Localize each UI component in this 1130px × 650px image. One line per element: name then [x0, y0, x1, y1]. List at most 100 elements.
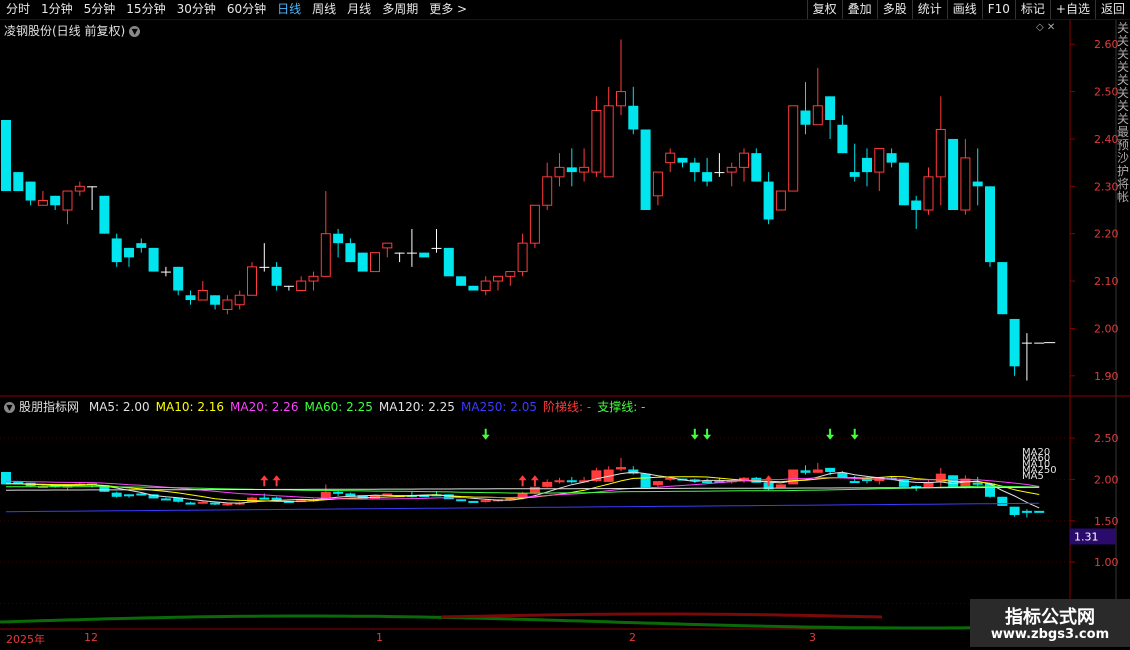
candle-body	[874, 147, 885, 173]
mini-candle-body	[702, 481, 713, 484]
candle-body	[480, 280, 491, 292]
mini-candle-body	[197, 501, 208, 504]
candle-body	[677, 157, 688, 163]
candle-body	[419, 252, 430, 258]
mini-candle-body	[1, 471, 11, 485]
price-tick-label: 2.20	[1094, 228, 1119, 241]
candle-body	[837, 124, 848, 154]
candle-body	[62, 190, 73, 211]
candle-body	[702, 172, 713, 182]
candle-body	[714, 172, 725, 174]
candle-body	[87, 186, 98, 188]
mini-candle-body	[640, 473, 651, 488]
candle-body	[296, 280, 307, 292]
ma-tag: MA5	[1022, 471, 1044, 482]
candle-body	[542, 176, 553, 206]
mini-candle-body	[1021, 510, 1032, 513]
indicator-tick-label: 2.50	[1094, 432, 1119, 445]
candle-body	[37, 200, 48, 206]
candle-body	[935, 128, 946, 178]
mini-candle-body	[566, 480, 577, 483]
mini-candle-body	[111, 492, 122, 497]
diamond-icon[interactable]: ◇	[1036, 22, 1044, 33]
mini-candle-body	[775, 484, 786, 488]
price-tick-label: 2.10	[1094, 275, 1119, 288]
indicator-name: 股朋指标网	[19, 400, 80, 414]
date-label: 1	[376, 631, 383, 644]
candle-body	[972, 181, 983, 187]
candle-body	[751, 153, 762, 182]
candle-body	[726, 166, 737, 173]
candle-body	[923, 176, 934, 211]
mini-candle-body	[554, 480, 565, 483]
chevron-down-icon[interactable]: ▼	[129, 26, 141, 37]
candle-body	[739, 152, 749, 168]
candle-body	[148, 247, 159, 272]
mini-candle-body	[788, 469, 799, 485]
candle-body	[136, 243, 147, 248]
candlestick-chart[interactable]: 2.60 2.50 2.40 2.30 2.20 2.10 2.00 1.90 2.50 2.00…	[0, 0, 1130, 630]
candle-body	[763, 181, 774, 220]
candle-body	[640, 129, 651, 210]
date-label: 2	[629, 631, 636, 644]
indicator-tick-label: 2.00	[1094, 473, 1119, 486]
candle-body	[529, 204, 540, 244]
candle-body	[197, 290, 208, 301]
buy-arrow-icon	[518, 475, 527, 487]
candle-body	[210, 295, 221, 305]
current-value-label: 1.31	[1074, 530, 1099, 543]
candle-body	[886, 153, 897, 163]
candle-body	[517, 242, 528, 273]
candle-body	[948, 138, 959, 210]
sell-arrow-icon	[850, 428, 859, 440]
ma-label: MA120: 2.25	[378, 400, 455, 414]
candle-body	[911, 200, 922, 210]
candle-body	[825, 96, 836, 120]
candle-body	[320, 233, 331, 277]
bottom-wave-green	[0, 614, 981, 630]
candle-body	[628, 105, 639, 130]
candle-body	[370, 252, 380, 273]
candle-body	[50, 195, 61, 206]
buy-arrow-icon	[260, 475, 269, 487]
indicator-title: ▼ 股朋指标网 MA5: 2.00 MA10: 2.16 MA20: 2.26 MA60…	[4, 398, 651, 415]
chevron-down-icon[interactable]: ▼	[4, 402, 15, 413]
candle-body	[1, 120, 11, 192]
candle-body	[406, 252, 417, 254]
candle-body	[566, 167, 577, 173]
price-tick-label: 1.90	[1094, 370, 1119, 383]
mini-candle-body	[480, 500, 491, 503]
close-icon[interactable]: ✕	[1047, 22, 1055, 33]
stock-title-text: 凌钢股份(日线 前复权)	[4, 24, 126, 38]
candle-body	[259, 266, 270, 268]
candle-body	[591, 110, 602, 173]
candle-body	[849, 172, 860, 177]
chart-tools-icons: ◇ ✕	[1036, 22, 1055, 33]
candle-body	[357, 252, 368, 272]
ma-label: MA60: 2.25	[304, 400, 373, 414]
candle-body	[443, 247, 454, 277]
mini-candle-body	[259, 497, 270, 500]
mini-candle-body	[997, 496, 1008, 506]
date-label: 2025年	[6, 633, 45, 646]
candle-body	[333, 233, 344, 244]
candle-body	[160, 271, 171, 273]
indicator-tick-label: 1.00	[1094, 556, 1119, 569]
candle-body	[652, 171, 663, 197]
candle-body	[468, 285, 479, 291]
watermark: 指标公式网 www.zbgs3.com	[970, 599, 1130, 647]
candle-body	[25, 181, 36, 201]
bottom-wave-red	[440, 612, 883, 619]
candle-body	[579, 166, 590, 173]
watermark-url: www.zbgs3.com	[990, 627, 1110, 642]
candle-body	[111, 238, 122, 263]
mini-candle-body	[812, 469, 823, 473]
price-tick-label: 2.50	[1094, 86, 1119, 99]
candle-body	[812, 105, 823, 126]
candle-body	[493, 275, 503, 282]
price-tick-label: 2.00	[1094, 322, 1119, 335]
ma-label: MA5: 2.00	[88, 400, 150, 414]
mini-candle-body	[837, 472, 848, 478]
price-tick-label: 2.60	[1094, 38, 1119, 51]
candle-body	[665, 152, 676, 164]
